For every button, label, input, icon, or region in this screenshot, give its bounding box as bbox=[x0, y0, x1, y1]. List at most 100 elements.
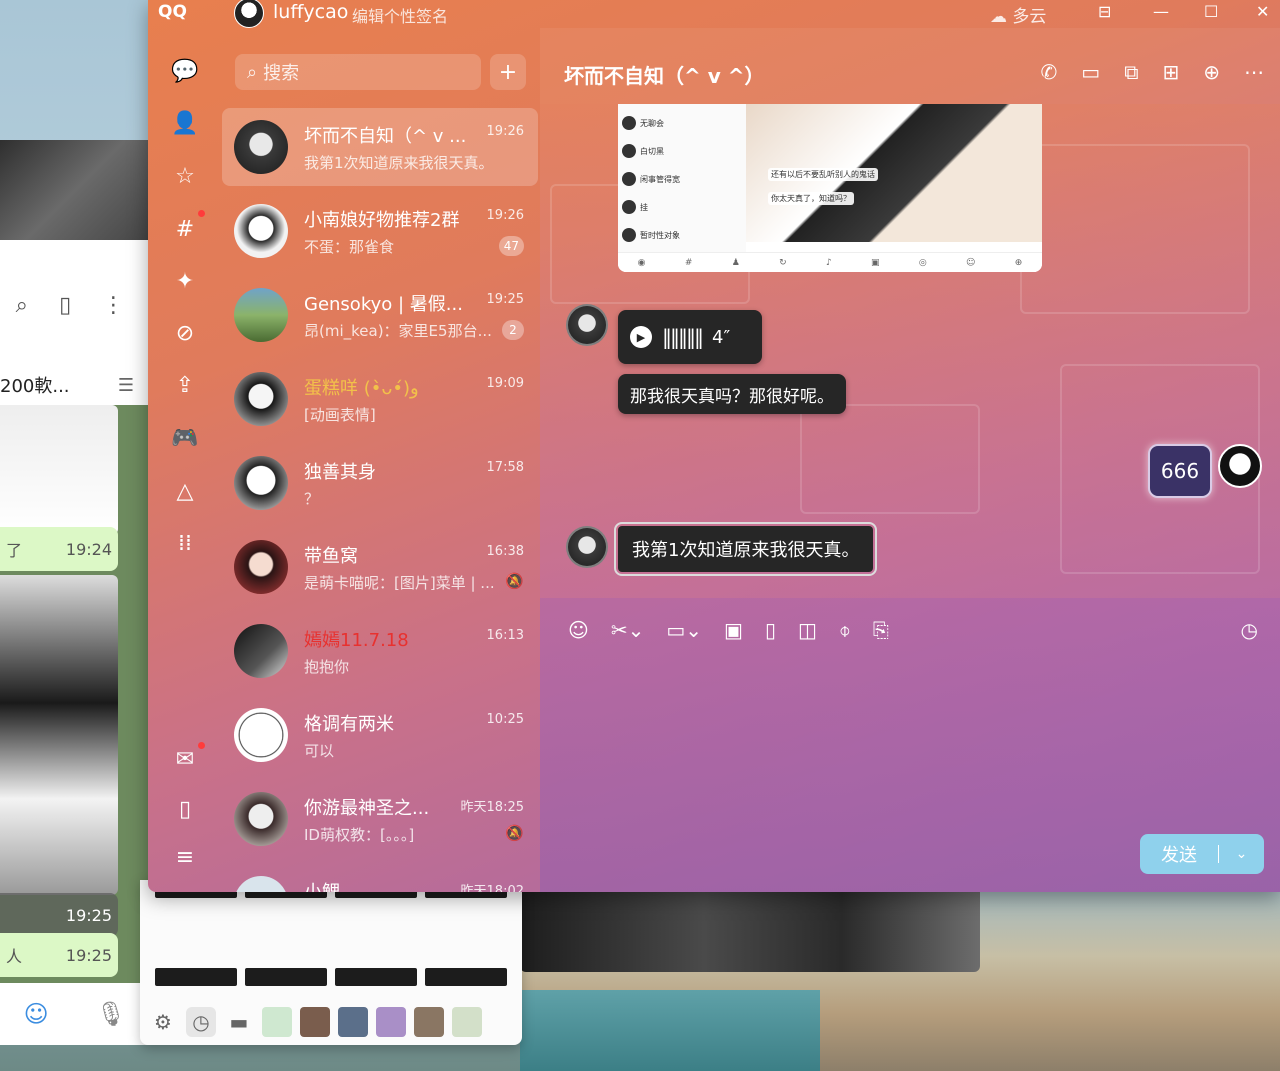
session-item[interactable]: 小鲤 昨天18:02 bbox=[222, 864, 538, 892]
session-item[interactable]: 格调有两米 10:25 可以 bbox=[222, 696, 538, 774]
more-window-icon[interactable]: ⊞ bbox=[1162, 60, 1179, 84]
image-message[interactable]: 无聊会 白切黑 闲事管得宽 挂 暂时性对象 还有以后不要乱听别人的鬼话 你太天真… bbox=[618, 104, 1042, 272]
mute-icon: 🔕 bbox=[505, 572, 524, 590]
more-icon[interactable]: ⋮ bbox=[102, 293, 124, 318]
message-list: 无聊会 白切黑 闲事管得宽 挂 暂时性对象 还有以后不要乱听别人的鬼话 你太天真… bbox=[540, 104, 1280, 598]
user-avatar[interactable] bbox=[234, 0, 264, 28]
session-item[interactable]: 你游最神圣之... 昨天18:25 ID萌权教：[。。。] 🔕 bbox=[222, 780, 538, 858]
sticker-panel-window: ⚙ ◷ ▬ bbox=[140, 880, 522, 1045]
waveform-icon: ‖‖‖‖‖ bbox=[662, 325, 704, 349]
folder-icon[interactable]: ▭⌄ bbox=[666, 618, 702, 642]
session-item[interactable]: 带鱼窝 16:38 是萌卡喵呢：[图片]菜单 | ... 🔕 bbox=[222, 528, 538, 606]
send-button[interactable]: 发送 ⌄ bbox=[1140, 834, 1264, 874]
link-icon[interactable]: ⊘ bbox=[170, 318, 200, 348]
nav-rail: 💬 👤 ☆ # ✦ ⊘ ⇪ 🎮 △ ⁞⁞ ✉ ▯ ≡ bbox=[148, 28, 220, 892]
text-message[interactable]: 那我很天真吗？那很好呢。 bbox=[618, 374, 846, 414]
apps-icon[interactable]: ✦ bbox=[170, 266, 200, 296]
play-icon[interactable]: ▶ bbox=[630, 326, 652, 348]
embedded-name: 挂 bbox=[640, 202, 648, 212]
mail-icon[interactable]: ✉ bbox=[170, 744, 200, 774]
session-item[interactable]: 独善其身 17:58 ？ bbox=[222, 444, 538, 522]
sticker-pack-avatar[interactable] bbox=[452, 1006, 482, 1037]
maximize-button[interactable]: ☐ bbox=[1204, 2, 1218, 21]
session-name: 小南娘好物推荐2群 bbox=[304, 210, 460, 231]
emoji-icon[interactable]: ☺ bbox=[24, 1000, 49, 1028]
input-area[interactable]: ☺ ✂⌄ ▭⌄ ▣ ▯ ◫ ⌽ ⎘ ◷ 发送 ⌄ bbox=[540, 598, 1280, 892]
session-name: 独善其身 bbox=[304, 462, 376, 483]
screen-share-icon[interactable]: ⧉ bbox=[1124, 60, 1138, 84]
peer-avatar[interactable] bbox=[566, 304, 608, 346]
search-icon[interactable]: ⌕ bbox=[16, 293, 28, 318]
voice-message[interactable]: ▶ ‖‖‖‖‖ 4″ bbox=[618, 310, 762, 364]
emoji-icon: ☺ bbox=[966, 257, 976, 268]
image-icon[interactable]: ▣ bbox=[724, 618, 743, 642]
weather-label: ☁ 多云 bbox=[990, 7, 1047, 27]
history-icon[interactable]: ◷ bbox=[1241, 618, 1258, 642]
sticker-pack-avatar[interactable] bbox=[414, 1006, 444, 1037]
emoji-icon[interactable]: ☺ bbox=[568, 618, 589, 642]
add-icon[interactable]: ⊕ bbox=[1203, 60, 1220, 84]
input-toolbar: ☺ ✂⌄ ▭⌄ ▣ ▯ ◫ ⌽ ⎘ bbox=[568, 618, 889, 642]
search-placeholder: 搜索 bbox=[263, 63, 300, 84]
more-icon[interactable]: ⁞⁞ bbox=[170, 528, 200, 558]
session-item[interactable]: 小南娘好物推荐2群 19:26 不蛋：那雀食 47 bbox=[222, 192, 538, 270]
message-text: 我第1次知道原来我很天真。 bbox=[632, 540, 860, 561]
signature-edit[interactable]: 编辑个性签名 bbox=[352, 3, 448, 27]
mic-icon[interactable]: ⌽ bbox=[839, 618, 851, 642]
settings-icon[interactable]: ⚙ bbox=[148, 1007, 178, 1037]
background-preview-row: 200軟... ☰ bbox=[0, 365, 150, 405]
self-avatar[interactable] bbox=[1218, 444, 1262, 488]
message-icon[interactable]: 💬 bbox=[170, 56, 200, 86]
session-item[interactable]: Gensokyo | 暑假... 19:25 昂(mi_kea)：家里E5那台.… bbox=[222, 276, 538, 354]
recent-icon[interactable]: ◷ bbox=[186, 1006, 216, 1037]
sticker-pack-avatar[interactable] bbox=[376, 1006, 406, 1037]
scissors-icon[interactable]: ✂⌄ bbox=[611, 618, 645, 642]
upload-icon[interactable]: ⇪ bbox=[170, 370, 200, 400]
phone-icon[interactable]: ▯ bbox=[170, 794, 200, 824]
peer-avatar[interactable] bbox=[566, 526, 608, 568]
session-item[interactable]: 蛋糕咩 (•̀ᴗ•́)و 19:09 [动画表情] bbox=[222, 360, 538, 438]
session-time: 17:58 bbox=[486, 460, 524, 475]
session-time: 19:26 bbox=[486, 208, 524, 223]
chevron-down-icon[interactable]: ⌄ bbox=[1219, 846, 1264, 862]
assistant-icon[interactable]: △ bbox=[170, 476, 200, 506]
pin-icon[interactable]: ☰ bbox=[118, 375, 134, 396]
sticker-thumb[interactable] bbox=[425, 968, 507, 986]
search-input[interactable]: ⌕ 搜索 bbox=[235, 54, 481, 90]
sticker-thumb[interactable] bbox=[335, 968, 417, 986]
pin-window-icon[interactable]: ⊟ bbox=[1098, 2, 1111, 21]
game-icon[interactable]: 🎮 bbox=[170, 423, 200, 453]
close-button[interactable]: ✕ bbox=[1256, 2, 1269, 21]
session-item[interactable]: 嫣嫣11.7.18 16:13 抱抱你 bbox=[222, 612, 538, 690]
minimize-button[interactable]: — bbox=[1153, 2, 1169, 21]
sticker-pack-avatar[interactable] bbox=[262, 1006, 292, 1037]
shake-icon[interactable]: ▯ bbox=[765, 618, 776, 642]
background-sticker-panel bbox=[0, 405, 118, 535]
video-icon[interactable]: ▭ bbox=[1081, 60, 1100, 84]
panel-icon[interactable]: ▯ bbox=[59, 293, 71, 318]
contacts-icon[interactable]: 👤 bbox=[170, 108, 200, 138]
redpacket-icon[interactable]: ◫ bbox=[798, 618, 817, 642]
sticker-pack-avatar[interactable] bbox=[338, 1006, 368, 1037]
sticker-thumb[interactable] bbox=[155, 968, 237, 986]
mic-icon[interactable]: 🎙 bbox=[96, 1000, 126, 1028]
notification-dot bbox=[198, 210, 205, 217]
add-button[interactable]: + bbox=[490, 54, 526, 90]
sticker-thumb[interactable] bbox=[245, 968, 327, 986]
dash-icon[interactable]: ▬ bbox=[224, 1007, 254, 1037]
username[interactable]: luffycao bbox=[273, 1, 348, 23]
self-message[interactable]: 666 bbox=[1148, 444, 1212, 498]
session-time: 昨天18:25 bbox=[460, 800, 524, 815]
unread-badge: 47 bbox=[498, 236, 524, 256]
sticker-pack-avatar[interactable] bbox=[300, 1006, 330, 1037]
channel-icon[interactable]: # bbox=[170, 214, 200, 244]
session-item[interactable]: 坏而不自知（^ v ... 19:26 我第1次知道原来我很天真。 bbox=[222, 108, 538, 186]
text-message[interactable]: 我第1次知道原来我很天真。 bbox=[613, 522, 878, 576]
star-icon[interactable]: ☆ bbox=[170, 161, 200, 191]
embedded-caption: 还有以后不要乱听别人的鬼话 bbox=[768, 168, 878, 181]
embedded-list: 无聊会 白切黑 闲事管得宽 挂 暂时性对象 bbox=[618, 104, 746, 252]
voice-to-text-icon[interactable]: ⎘ bbox=[873, 618, 889, 642]
menu-icon[interactable]: ≡ bbox=[170, 842, 200, 872]
phone-icon[interactable]: ✆ bbox=[1041, 60, 1058, 84]
ellipsis-icon[interactable]: ⋯ bbox=[1244, 60, 1264, 84]
